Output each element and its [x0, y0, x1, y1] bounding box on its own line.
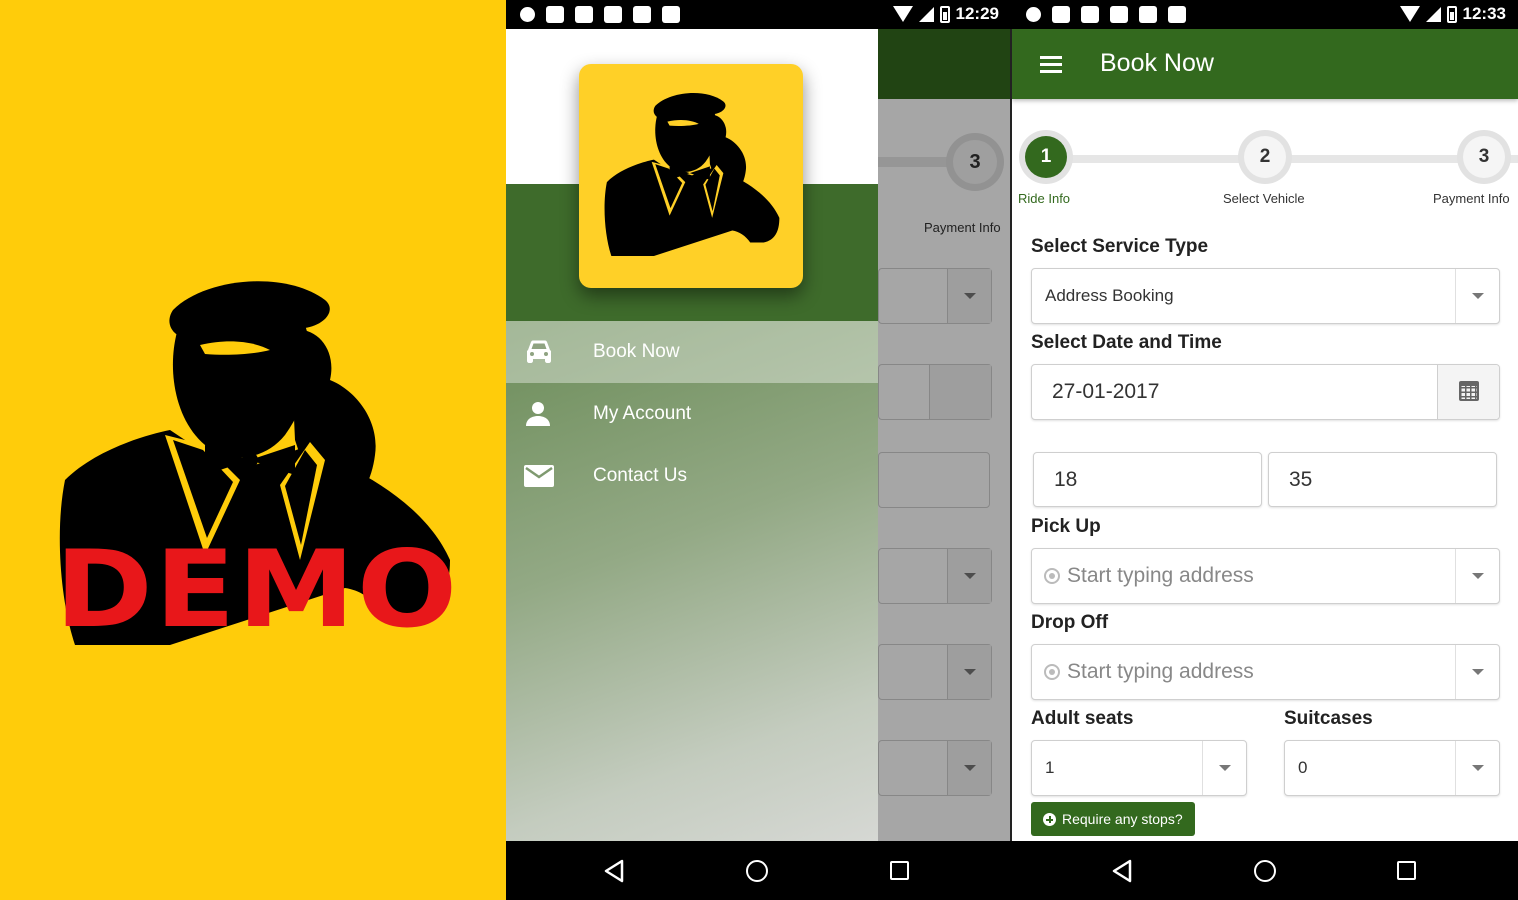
chauffeur-icon: [604, 93, 780, 256]
demo-watermark: DEMO: [54, 526, 460, 652]
drawer-screen: 12:29 3 Payment Info Book Now My Account…: [506, 0, 1011, 900]
system-nav-bar: [506, 841, 1011, 900]
caret-down-icon: [1471, 765, 1484, 771]
adult-seats-select[interactable]: 1: [1031, 740, 1247, 796]
wifi-icon: [892, 6, 913, 22]
recents-icon[interactable]: [1397, 861, 1416, 880]
caret-down-icon: [1471, 293, 1484, 299]
bag-icon: [575, 6, 593, 23]
step-label: Select Vehicle: [1223, 191, 1305, 206]
service-type-select[interactable]: Address Booking: [1031, 268, 1500, 324]
calendar-button[interactable]: [1437, 365, 1499, 419]
navigation-drawer: Book Now My Account Contact Us: [506, 29, 878, 841]
pickup-label: Pick Up: [1031, 516, 1101, 537]
adult-seats-label: Adult seats: [1031, 708, 1134, 729]
menu-item-my-account[interactable]: My Account: [506, 383, 878, 445]
location-pin-icon: [1044, 568, 1060, 584]
step-number: 2: [1244, 136, 1286, 178]
date-input[interactable]: 27-01-2017: [1031, 364, 1500, 420]
dropoff-label: Drop Off: [1031, 612, 1109, 633]
calendar-icon: [1459, 381, 1479, 401]
signal-icon: [1425, 6, 1441, 22]
pickup-address-input[interactable]: Start typing address: [1031, 548, 1500, 604]
bag-icon: [1081, 6, 1099, 23]
vpn-icon: [1026, 7, 1041, 22]
photo-icon: [633, 6, 651, 23]
dropoff-placeholder: Start typing address: [1067, 660, 1254, 683]
step-label: Payment Info: [1433, 191, 1510, 206]
stops-button-label: Require any stops?: [1062, 811, 1183, 827]
home-icon[interactable]: [746, 860, 768, 882]
menu-label: Book Now: [593, 341, 680, 362]
photo-icon: [1139, 6, 1157, 23]
menu-label: Contact Us: [593, 465, 687, 486]
splash-screen: DEMO: [0, 0, 506, 900]
person-icon: [526, 402, 550, 426]
booking-stepper: 1 2 3 Ride Info Select Vehicle Payment I…: [1012, 130, 1518, 210]
service-type-label: Select Service Type: [1031, 236, 1209, 257]
step-label: Ride Info: [1018, 191, 1071, 206]
dropdown-button[interactable]: [1202, 741, 1246, 795]
recents-icon[interactable]: [890, 861, 909, 880]
minute-input[interactable]: 35: [1268, 452, 1497, 507]
date-value: 27-01-2017: [1052, 380, 1160, 403]
menu-item-contact-us[interactable]: Contact Us: [506, 445, 878, 507]
youtube-icon: [604, 6, 622, 23]
dropoff-address-input[interactable]: Start typing address: [1031, 644, 1500, 700]
photo-icon: [662, 6, 680, 23]
dropdown-button[interactable]: [1455, 645, 1499, 699]
caret-down-icon: [1471, 669, 1484, 675]
suitcases-label: Suitcases: [1284, 708, 1373, 729]
plus-circle-icon: [1043, 813, 1056, 826]
n-app-icon: [546, 6, 564, 23]
signal-icon: [918, 6, 934, 22]
status-bar: 12:29: [506, 0, 1011, 29]
car-icon: [527, 340, 551, 363]
step-number: 1: [1025, 136, 1067, 178]
hour-input[interactable]: 18: [1033, 452, 1262, 507]
n-app-icon: [1052, 6, 1070, 23]
home-icon[interactable]: [1254, 860, 1276, 882]
step-number: 3: [1463, 136, 1505, 178]
battery-icon: [939, 5, 950, 23]
battery-icon: [1446, 5, 1457, 23]
back-icon[interactable]: [603, 859, 625, 883]
step-2[interactable]: 2: [1238, 130, 1292, 184]
status-bar: 12:33: [1012, 0, 1518, 29]
location-pin-icon: [1044, 664, 1060, 680]
pickup-placeholder: Start typing address: [1067, 564, 1254, 587]
wifi-icon: [1399, 6, 1420, 22]
drawer-menu: Book Now My Account Contact Us: [506, 321, 878, 507]
step-1[interactable]: 1: [1019, 130, 1073, 184]
app-bar: Book Now: [1012, 29, 1518, 99]
hamburger-menu-icon[interactable]: [1040, 56, 1062, 73]
system-nav-bar: [1012, 841, 1518, 900]
date-time-label: Select Date and Time: [1031, 332, 1222, 353]
hour-value: 18: [1054, 467, 1078, 491]
envelope-icon: [524, 465, 554, 487]
caret-down-icon: [1471, 573, 1484, 579]
photo-icon: [1168, 6, 1186, 23]
status-time: 12:29: [955, 4, 999, 23]
caret-down-icon: [1218, 765, 1231, 771]
book-now-screen: 12:33 Book Now 1 2 3 Ride Info Select Ve…: [1012, 0, 1518, 900]
status-time: 12:33: [1462, 4, 1506, 23]
page-title: Book Now: [1100, 49, 1214, 77]
require-stops-button[interactable]: Require any stops?: [1031, 802, 1195, 836]
step-3[interactable]: 3: [1457, 130, 1511, 184]
dropdown-button[interactable]: [1455, 549, 1499, 603]
minute-value: 35: [1289, 467, 1313, 491]
back-icon[interactable]: [1111, 859, 1133, 883]
dropdown-button[interactable]: [1455, 269, 1499, 323]
adult-seats-value: 1: [1045, 758, 1055, 777]
suitcases-select[interactable]: 0: [1284, 740, 1500, 796]
youtube-icon: [1110, 6, 1128, 23]
app-logo: [579, 64, 803, 288]
menu-item-book-now[interactable]: Book Now: [506, 321, 878, 383]
vpn-icon: [520, 7, 535, 22]
dropdown-button[interactable]: [1455, 741, 1499, 795]
suitcases-value: 0: [1298, 758, 1308, 777]
service-type-value: Address Booking: [1045, 286, 1174, 305]
menu-label: My Account: [593, 403, 692, 424]
